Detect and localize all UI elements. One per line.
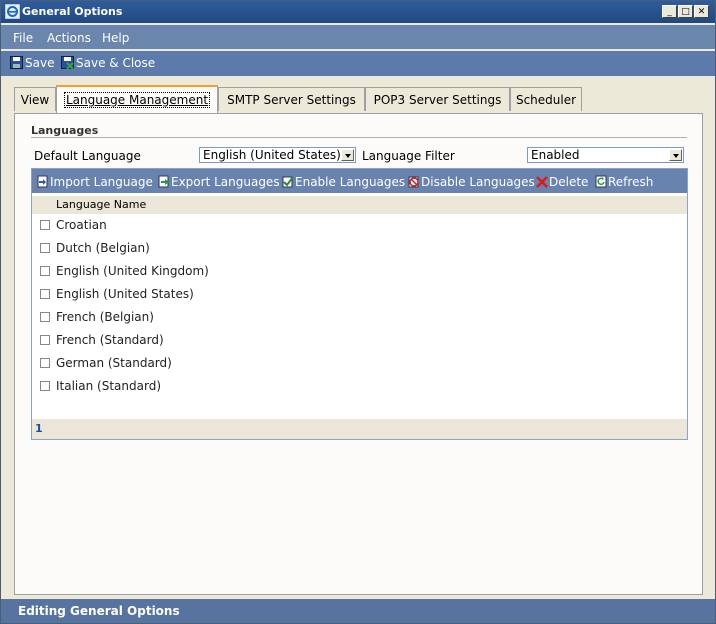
menu-file[interactable]: File: [13, 31, 33, 45]
save-label: Save: [25, 56, 55, 70]
import-icon: [37, 175, 48, 188]
table-row[interactable]: English (United States): [32, 284, 687, 307]
tab-language-management-label: Language Management: [63, 92, 211, 108]
table-row[interactable]: Italian (Standard): [32, 376, 687, 399]
save-close-button[interactable]: Save & Close: [61, 56, 155, 72]
toolbar: Save Save & Close: [1, 51, 715, 76]
refresh-button[interactable]: Refresh: [595, 175, 653, 189]
status-bar: Editing General Options: [1, 599, 715, 623]
row-checkbox[interactable]: [40, 220, 50, 230]
enable-check-icon: [282, 176, 294, 188]
delete-label: Delete: [549, 175, 589, 189]
tab-pop3-server-settings[interactable]: POP3 Server Settings: [365, 87, 510, 111]
export-languages-label: Export Languages: [171, 175, 280, 189]
row-checkbox[interactable]: [40, 266, 50, 276]
window-title: General Options: [22, 5, 123, 18]
table-row[interactable]: French (Belgian): [32, 307, 687, 330]
menu-help[interactable]: Help: [102, 31, 129, 45]
enable-languages-label: Enable Languages: [295, 175, 406, 189]
language-management-panel: Languages Default Language English (Unit…: [14, 113, 703, 595]
refresh-label: Refresh: [608, 175, 654, 189]
ie-app-icon: [5, 4, 20, 19]
page-number-link[interactable]: 1: [35, 422, 43, 435]
default-language-value: English (United States): [203, 148, 341, 162]
row-checkbox[interactable]: [40, 358, 50, 368]
language-name: French (Standard): [56, 333, 164, 347]
language-name: Italian (Standard): [56, 379, 161, 393]
table-row[interactable]: Dutch (Belgian): [32, 238, 687, 261]
table-row[interactable]: French (Standard): [32, 330, 687, 353]
language-filter-value: Enabled: [531, 148, 580, 162]
language-name: English (United States): [56, 287, 194, 301]
languages-grid: Import Language Export Languages Enable …: [31, 168, 688, 440]
language-name: English (United Kingdom): [56, 264, 209, 278]
grid-pager: 1: [32, 419, 687, 439]
minimize-icon[interactable]: _: [662, 5, 677, 18]
row-checkbox[interactable]: [40, 289, 50, 299]
row-checkbox[interactable]: [40, 243, 50, 253]
disable-icon: [408, 176, 419, 188]
language-name: Croatian: [56, 218, 107, 232]
save-close-label: Save & Close: [76, 56, 156, 70]
language-filter-select[interactable]: Enabled: [527, 147, 684, 163]
language-name: German (Standard): [56, 356, 172, 370]
grid-header: Language Name: [32, 196, 687, 214]
tab-scheduler[interactable]: Scheduler: [510, 87, 582, 111]
chevron-down-icon[interactable]: [669, 149, 682, 161]
language-name: Dutch (Belgian): [56, 241, 150, 255]
grid-toolbar: Import Language Export Languages Enable …: [32, 169, 687, 193]
default-language-select[interactable]: English (United States): [199, 147, 356, 163]
tab-smtp-server-settings[interactable]: SMTP Server Settings: [218, 87, 365, 111]
tab-scheduler-label: Scheduler: [515, 93, 577, 107]
export-icon: [158, 175, 169, 188]
import-language-label: Import Language: [50, 175, 153, 189]
title-bar[interactable]: General Options _ □ ✕: [1, 1, 715, 23]
status-text: Editing General Options: [18, 604, 180, 618]
enable-languages-button[interactable]: Enable Languages: [282, 175, 405, 189]
row-checkbox[interactable]: [40, 381, 50, 391]
menu-actions[interactable]: Actions: [47, 31, 91, 45]
language-filter-label: Language Filter: [362, 149, 455, 163]
disable-languages-button[interactable]: Disable Languages: [408, 175, 535, 189]
floppy-disk-icon: [10, 56, 23, 69]
delete-button[interactable]: Delete: [536, 175, 588, 189]
tab-view[interactable]: View: [14, 87, 56, 111]
disable-languages-label: Disable Languages: [421, 175, 535, 189]
chevron-down-icon[interactable]: [341, 149, 354, 161]
section-title: Languages: [31, 124, 99, 137]
tab-pop3-label: POP3 Server Settings: [373, 93, 502, 107]
table-row[interactable]: Croatian: [32, 215, 687, 238]
tab-language-management[interactable]: Language Management: [56, 85, 218, 113]
refresh-icon: [595, 175, 607, 188]
section-divider: [31, 137, 687, 138]
delete-x-icon: [536, 176, 548, 188]
save-button[interactable]: Save: [10, 56, 54, 72]
tab-smtp-label: SMTP Server Settings: [227, 93, 356, 107]
default-language-label: Default Language: [34, 149, 141, 163]
menu-bar: File Actions Help: [1, 25, 715, 49]
row-checkbox[interactable]: [40, 335, 50, 345]
table-row[interactable]: German (Standard): [32, 353, 687, 376]
export-languages-button[interactable]: Export Languages: [158, 175, 280, 189]
general-options-window: General Options _ □ ✕ File Actions Help …: [0, 0, 716, 624]
close-icon[interactable]: ✕: [694, 5, 709, 18]
language-name-column-header[interactable]: Language Name: [56, 198, 146, 211]
tab-view-label: View: [20, 93, 50, 107]
import-language-button[interactable]: Import Language: [37, 175, 153, 189]
language-name: French (Belgian): [56, 310, 154, 324]
floppy-close-icon: [61, 56, 74, 69]
row-checkbox[interactable]: [40, 312, 50, 322]
table-row[interactable]: English (United Kingdom): [32, 261, 687, 284]
maximize-icon[interactable]: □: [678, 5, 693, 18]
